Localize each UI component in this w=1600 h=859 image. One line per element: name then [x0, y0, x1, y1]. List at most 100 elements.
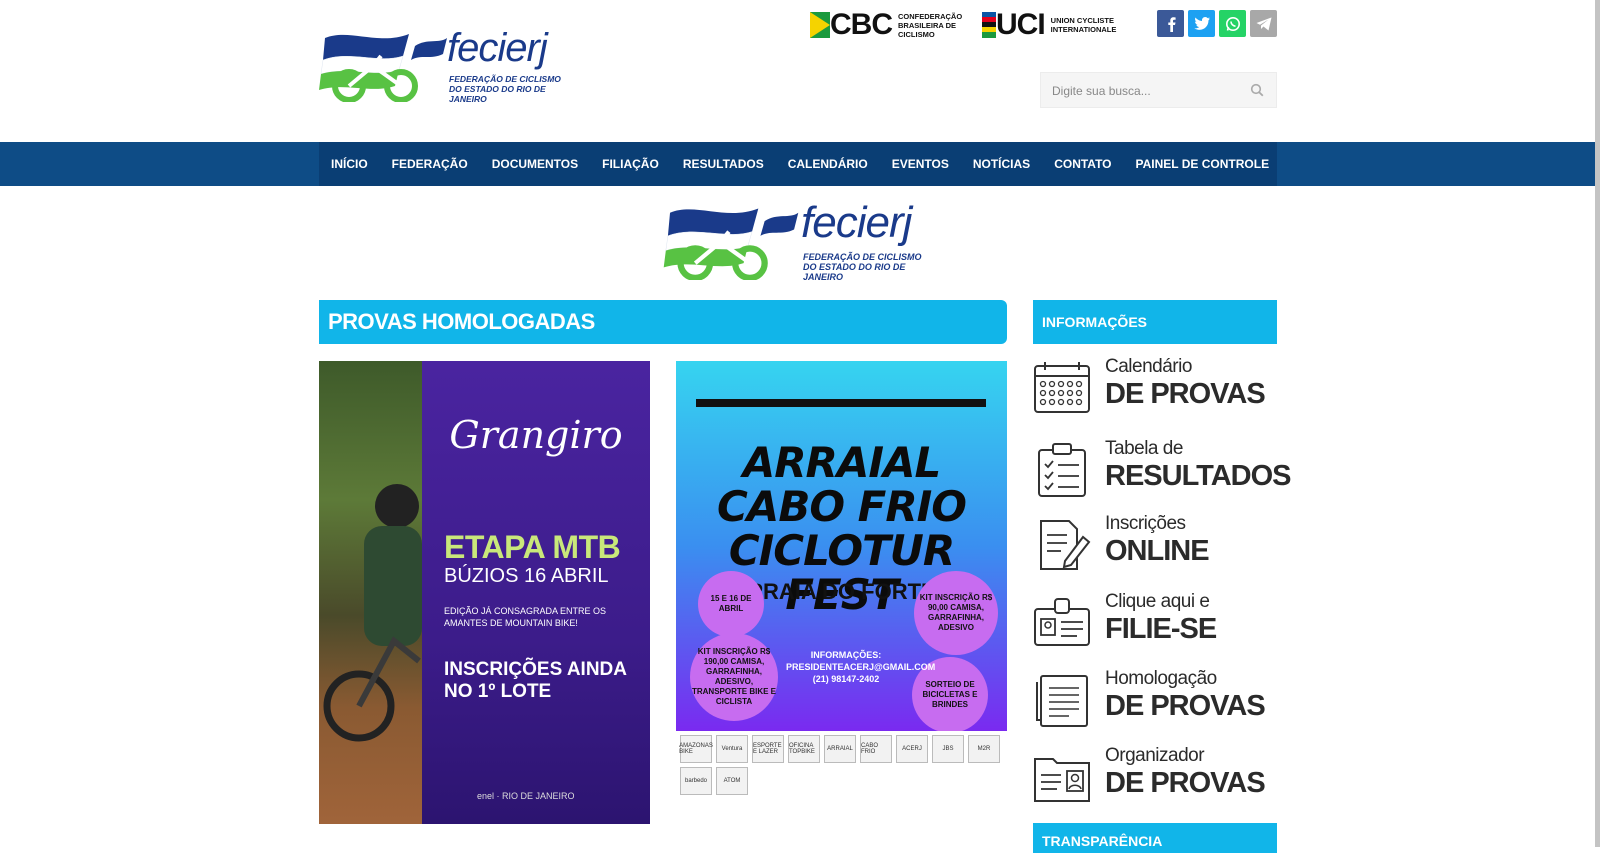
sponsor-logos: AMAZONAS BIKE Ventura ESPORTE E LAZER OF… [676, 731, 1007, 824]
calendar-icon [1034, 362, 1090, 413]
search-input[interactable] [1041, 73, 1254, 109]
info-line1: Organizador [1105, 745, 1205, 766]
sponsor-logo: AMAZONAS BIKE [679, 735, 713, 763]
info-line1: Calendário [1105, 356, 1192, 377]
twitter-icon [1193, 16, 1210, 30]
main-navbar: INÍCIO FEDERAÇÃO DOCUMENTOS FILIAÇÃO RES… [0, 142, 1595, 186]
info-line2: DE PROVAS [1105, 378, 1266, 410]
sponsor-logo: ATOM [716, 767, 748, 795]
telegram-button[interactable] [1250, 10, 1277, 37]
sponsor-logo: OFICINA TOPBIKE [788, 735, 820, 763]
poster-subtitle: BÚZIOS 16 ABRIL [444, 565, 609, 587]
info-line1: Clique aqui e [1105, 591, 1210, 612]
scrollbar-thumb[interactable] [1595, 0, 1600, 847]
logo-bike-graphic [319, 34, 447, 103]
banner-logo-wordmark: fecierj [801, 198, 912, 247]
info-line2: FILIE-SE [1105, 613, 1217, 645]
info-organizador-de-provas[interactable]: Organizador DE PROVAS [1033, 741, 1277, 811]
cyclist-illustration [323, 484, 422, 742]
uci-subtitle: UNION CYCLISTE INTERNATIONALE [1050, 16, 1117, 34]
banner-logo-subtitle: FEDERAÇÃO DE CICLISMO DO ESTADO DO RIO D… [803, 252, 922, 282]
nav-item-federacao[interactable]: FEDERAÇÃO [380, 142, 480, 186]
provas-homologadas-heading: PROVAS HOMOLOGADAS [319, 300, 1007, 344]
uci-stripes-icon [982, 12, 996, 38]
poster-kit1: KIT INSCRIÇÃO R$ 90,00 CAMISA, GARRAFINH… [914, 571, 998, 655]
nav-item-painel-de-controle[interactable]: PAINEL DE CONTROLE [1124, 142, 1282, 186]
info-line1: Inscrições [1105, 513, 1186, 534]
informacoes-heading: INFORMAÇÕES [1033, 300, 1277, 344]
info-line2: ONLINE [1105, 535, 1210, 567]
info-inscricoes-online[interactable]: Inscrições ONLINE [1033, 509, 1277, 579]
info-filie-se[interactable]: Clique aqui e FILIE-SE [1033, 587, 1277, 657]
cbc-logo[interactable]: CBC CONFEDERAÇÃO BRASILEIRA DE CICLISMO [810, 8, 963, 41]
nav-item-resultados[interactable]: RESULTADOS [671, 142, 776, 186]
info-line2: DE PROVAS [1105, 690, 1266, 722]
poster-ciclotur-fest[interactable]: ARRAIAL CABO FRIO CICLOTUR FEST PRAIA DO… [676, 361, 1007, 824]
sponsor-logo: ARRAIAL [824, 735, 856, 763]
cbc-subtitle: CONFEDERAÇÃO BRASILEIRA DE CICLISMO [898, 11, 963, 39]
uci-logo[interactable]: UCI UNION CYCLISTE INTERNATIONALE [982, 8, 1129, 41]
facebook-icon [1167, 16, 1176, 32]
sponsor-logo: M2R [968, 735, 1000, 763]
poster-brand: Grangiro [449, 413, 623, 457]
info-tabela-de-resultados[interactable]: Tabela de RESULTADOS [1033, 434, 1291, 504]
poster-cta: INSCRIÇÕES AINDA NO 1º LOTE [444, 659, 627, 702]
sponsor-logo: JBS [932, 735, 964, 763]
info-line2: DE PROVAS [1105, 767, 1266, 799]
banner-logo-bike-graphic [663, 208, 799, 282]
poster-date: 15 E 16 DE ABRIL [698, 571, 764, 637]
poster-info: INFORMAÇÕES: PRESIDENTEACERJ@GMAIL.COM (… [786, 649, 936, 685]
sponsor-logo: ESPORTE E LAZER [752, 735, 784, 763]
search-box [1040, 72, 1277, 109]
info-line1: Homologação [1105, 668, 1217, 689]
cbc-flag-icon [810, 12, 830, 38]
folder-user-icon [1034, 758, 1090, 802]
cyclist-photo [319, 361, 422, 824]
nav-item-eventos[interactable]: EVENTOS [880, 142, 961, 186]
whatsapp-button[interactable] [1219, 10, 1246, 37]
facebook-button[interactable] [1157, 10, 1184, 37]
sponsor-logo: CABO FRIO [860, 735, 892, 763]
id-badge-icon [1034, 598, 1090, 646]
whatsapp-icon [1225, 16, 1240, 31]
info-line2: RESULTADOS [1105, 460, 1291, 492]
nav-item-noticias[interactable]: NOTÍCIAS [961, 142, 1042, 186]
transparencia-heading: TRANSPARÊNCIA [1033, 823, 1277, 853]
nav-item-documentos[interactable]: DOCUMENTOS [480, 142, 590, 186]
poster-info-phone: (21) 98147-2402 [812, 674, 880, 684]
nav-item-contato[interactable]: CONTATO [1042, 142, 1123, 186]
sponsor-logo: Ventura [716, 735, 748, 763]
logo-subtitle: FEDERAÇÃO DE CICLISMO DO ESTADO DO RIO D… [449, 74, 561, 104]
site-logo[interactable]: fecierj FEDERAÇÃO DE CICLISMO DO ESTADO … [319, 24, 563, 104]
search-icon[interactable] [1250, 83, 1264, 97]
poster-info-title: INFORMAÇÕES: [810, 650, 882, 660]
banner-logo[interactable]: fecierj FEDERAÇÃO DE CICLISMO DO ESTADO … [661, 198, 931, 282]
info-calendario-de-provas[interactable]: Calendário DE PROVAS [1033, 352, 1277, 422]
poster-place: PRAIA DO FORTE [748, 579, 936, 604]
poster-panel: Grangiro ETAPA MTB BÚZIOS 16 ABRIL EDIÇÃ… [422, 361, 650, 824]
nav-item-calendario[interactable]: CALENDÁRIO [776, 142, 880, 186]
nav-item-filiacao[interactable]: FILIAÇÃO [590, 142, 671, 186]
uci-mark: UCI [996, 8, 1046, 41]
page-scrollbar[interactable] [1595, 0, 1600, 847]
info-homologacao-de-provas[interactable]: Homologação DE PROVAS [1033, 664, 1277, 734]
poster-note: EDIÇÃO JÁ CONSAGRADA ENTRE OS AMANTES DE… [444, 606, 607, 628]
cbc-mark: CBC [830, 8, 893, 41]
sponsor-logo: ACERJ [896, 735, 928, 763]
nav-item-inicio[interactable]: INÍCIO [319, 142, 380, 186]
poster-etapa-mtb[interactable]: Grangiro ETAPA MTB BÚZIOS 16 ABRIL EDIÇÃ… [319, 361, 650, 824]
poster-title: ETAPA MTB [444, 529, 621, 565]
poster-kit2: KIT INSCRIÇÃO R$ 190,00 CAMISA, GARRAFIN… [690, 633, 778, 721]
poster-footer: enel · RIO DE JANEIRO [477, 791, 575, 801]
main-menu: INÍCIO FEDERAÇÃO DOCUMENTOS FILIAÇÃO RES… [319, 142, 1277, 186]
logo-wordmark: fecierj [447, 26, 548, 70]
poster-info-email: PRESIDENTEACERJ@GMAIL.COM [786, 662, 936, 672]
twitter-button[interactable] [1188, 10, 1215, 37]
document-edit-icon [1040, 520, 1091, 570]
handlebar-graphic [696, 399, 986, 407]
telegram-icon [1256, 17, 1271, 30]
info-line1: Tabela de [1105, 438, 1183, 459]
clipboard-check-icon [1038, 443, 1086, 497]
document-lines-icon [1036, 675, 1088, 727]
sponsor-logo: barbedo [680, 767, 712, 795]
